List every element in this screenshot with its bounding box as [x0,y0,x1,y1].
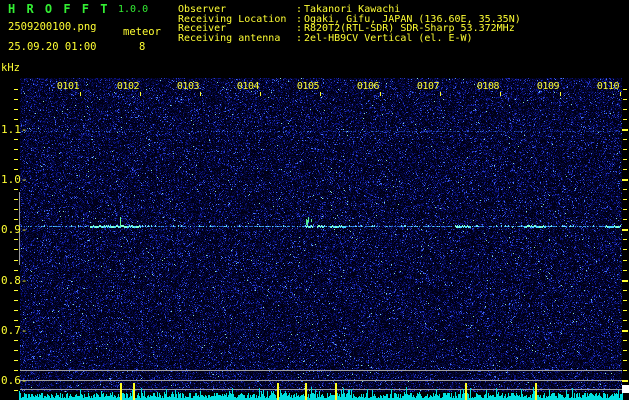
time-tick-label: 0107 [416,81,440,92]
time-tick-label: 0103 [176,81,200,92]
info-label: Receiving antenna [178,32,281,44]
time-tick-label: 0110 [596,81,620,92]
freq-tick-label: 0.6- [1,374,28,387]
info-colon: : [296,32,303,44]
time-tick-label: 0108 [476,81,500,92]
app-version: 1.0.0 [118,4,149,15]
meteor-echo-count: 8 [139,41,146,53]
info-value: 2el-HB9CV Vertical (el. E-W) [304,32,473,44]
time-tick-label: 0105 [296,81,320,92]
freq-tick-label: 0.9- [1,223,28,237]
freq-tick-label: 1.1- [1,123,28,136]
station-info-block: Observer: Takanori Kawachi Receiving Locat… [178,5,521,43]
app-title: H R O F F T [8,2,110,16]
freq-tick-label: 0.8- [1,273,28,287]
hrofft-window: H R O F F T 1.0.0 2509200100.png meteor … [0,0,629,400]
observation-datetime: 25.09.20 01:00 [8,41,97,53]
time-tick-label: 0109 [536,81,560,92]
time-tick-label: 0102 [116,81,140,92]
freq-tick-label: 1.0- [1,173,28,187]
observation-mode-label: meteor [123,26,161,38]
time-tick-label: 0101 [56,81,80,92]
output-filename: 2509200100.png [8,21,97,33]
time-tick-label: 0104 [236,81,260,92]
frequency-axis-unit-label: kHz [1,62,20,74]
spectrogram-canvas [0,78,629,400]
time-tick-label: 0106 [356,81,380,92]
station-info-row: Receiving antenna:2el-HB9CV Vertical (el… [178,32,521,44]
freq-tick-label: 0.7- [1,323,28,337]
